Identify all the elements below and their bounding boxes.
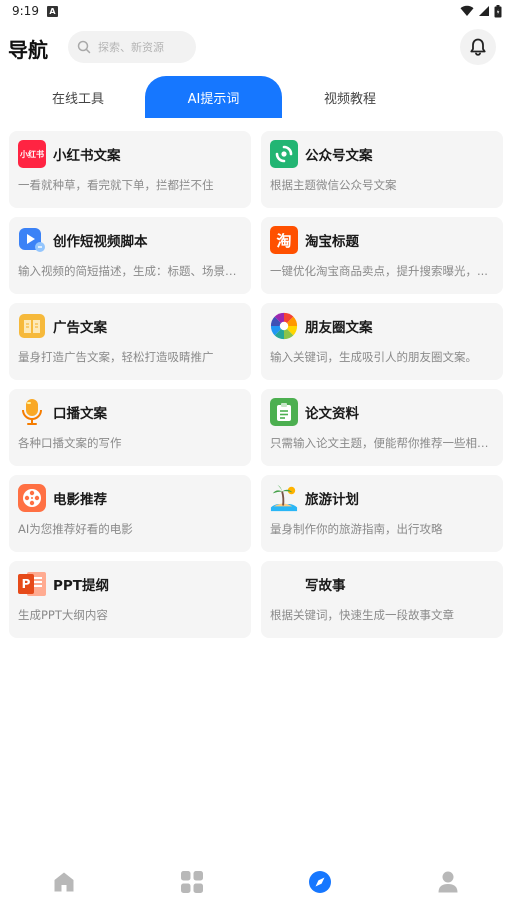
compass-icon [309,871,331,893]
card-title: 口播文案 [53,406,107,422]
card-movie-recommend[interactable]: 电影推荐 AI为您推荐好看的电影 [9,475,251,552]
user-icon [438,871,458,893]
microphone-icon [18,398,46,426]
tab-online-tools[interactable]: 在线工具 [12,76,144,118]
tab-ai-prompts[interactable]: AI提示词 [145,76,282,118]
home-icon [54,872,74,892]
card-thesis-materials[interactable]: 论文资料 只需输入论文主题，便能帮你推荐一些相关论文... [261,389,503,466]
card-desc: 根据关键词，快速生成一段故事文章 [270,608,454,622]
battery-icon [494,4,502,17]
card-desc: 只需输入论文主题，便能帮你推荐一些相关论文... [270,436,494,450]
card-desc: 生成PPT大纲内容 [18,608,108,622]
card-desc: 输入视频的简短描述，生成：标题、场景、角色、台词、... [18,264,242,278]
card-taobao-title[interactable]: 淘 淘宝标题 一键优化淘宝商品卖点，提升搜索曝光，... [261,217,503,294]
wechat-official-icon [270,140,298,168]
card-desc: 一看就种草，看完就下单，拦都拦不住 [18,178,214,192]
wifi-icon [460,5,474,17]
card-write-story[interactable]: 写故事 根据关键词，快速生成一段故事文章 [261,561,503,638]
powerpoint-icon: P [18,570,46,598]
video-play-icon [18,226,46,254]
card-travel-plan[interactable]: 旅游计划 量身制作你的旅游指南，出行攻略 [261,475,503,552]
card-ad-copy[interactable]: 广告文案 量身打造广告文案，轻松打造吸睛推广 [9,303,251,380]
card-desc: 一键优化淘宝商品卖点，提升搜索曝光，... [270,264,488,278]
page-title: 导航 [8,38,48,62]
tab-video-tutorials[interactable]: 视频教程 [284,76,416,118]
card-desc: 各种口播文案的写作 [18,436,122,450]
signal-icon [479,6,489,16]
card-title: 公众号文案 [305,148,373,164]
card-title: 写故事 [305,578,346,594]
grid-icon [181,871,203,893]
card-short-video-script[interactable]: 创作短视频脚本 输入视频的简短描述，生成：标题、场景、角色、台词、... [9,217,251,294]
status-time: 9:19 [12,4,39,18]
card-title: 广告文案 [53,320,107,336]
notification-badge: A [46,5,58,17]
moments-aperture-icon [270,312,298,340]
card-voiceover-copy[interactable]: 口播文案 各种口播文案的写作 [9,389,251,466]
tab-bar: 在线工具 AI提示词 视频教程 [0,76,512,118]
card-ppt-outline[interactable]: P PPT提纲 生成PPT大纲内容 [9,561,251,638]
card-desc: AI为您推荐好看的电影 [18,522,133,536]
film-reel-icon [18,484,46,512]
nav-apps[interactable] [128,856,256,910]
bell-icon [470,38,486,56]
nav-profile[interactable] [384,856,512,910]
clipboard-icon [270,398,298,426]
card-title: 旅游计划 [305,492,359,508]
prompt-card-grid: 小红书 小红书文案 一看就种草，看完就下单，拦都拦不住 公众号文案 根据主题微信… [9,131,503,638]
card-wechat-official[interactable]: 公众号文案 根据主题微信公众号文案 [261,131,503,208]
nav-discover[interactable] [256,856,384,910]
island-icon [270,484,298,512]
search-icon [77,40,91,54]
status-bar: 9:19 A [0,0,512,22]
xiaohongshu-icon: 小红书 [18,140,46,168]
card-title: 电影推荐 [53,492,107,508]
card-desc: 输入关键词，生成吸引人的朋友圈文案。 [270,350,477,364]
card-title: 朋友圈文案 [305,320,373,336]
card-title: 淘宝标题 [305,234,359,250]
bottom-nav [0,856,512,910]
card-title: PPT提纲 [53,578,109,594]
search-placeholder: 探索、新资源 [98,41,164,54]
card-xiaohongshu[interactable]: 小红书 小红书文案 一看就种草，看完就下单，拦都拦不住 [9,131,251,208]
story-placeholder-icon [270,570,298,598]
card-title: 论文资料 [305,406,359,422]
header: 导航 探索、新资源 [0,28,512,68]
search-input[interactable]: 探索、新资源 [68,31,196,63]
card-title: 小红书文案 [53,148,121,164]
card-desc: 量身打造广告文案，轻松打造吸睛推广 [18,350,214,364]
book-icon [18,312,46,340]
card-moments-copy[interactable]: 朋友圈文案 输入关键词，生成吸引人的朋友圈文案。 [261,303,503,380]
taobao-icon: 淘 [270,226,298,254]
card-desc: 根据主题微信公众号文案 [270,178,397,192]
nav-home[interactable] [0,856,128,910]
notification-button[interactable] [460,29,496,65]
card-title: 创作短视频脚本 [53,234,148,250]
card-desc: 量身制作你的旅游指南，出行攻略 [270,522,443,536]
